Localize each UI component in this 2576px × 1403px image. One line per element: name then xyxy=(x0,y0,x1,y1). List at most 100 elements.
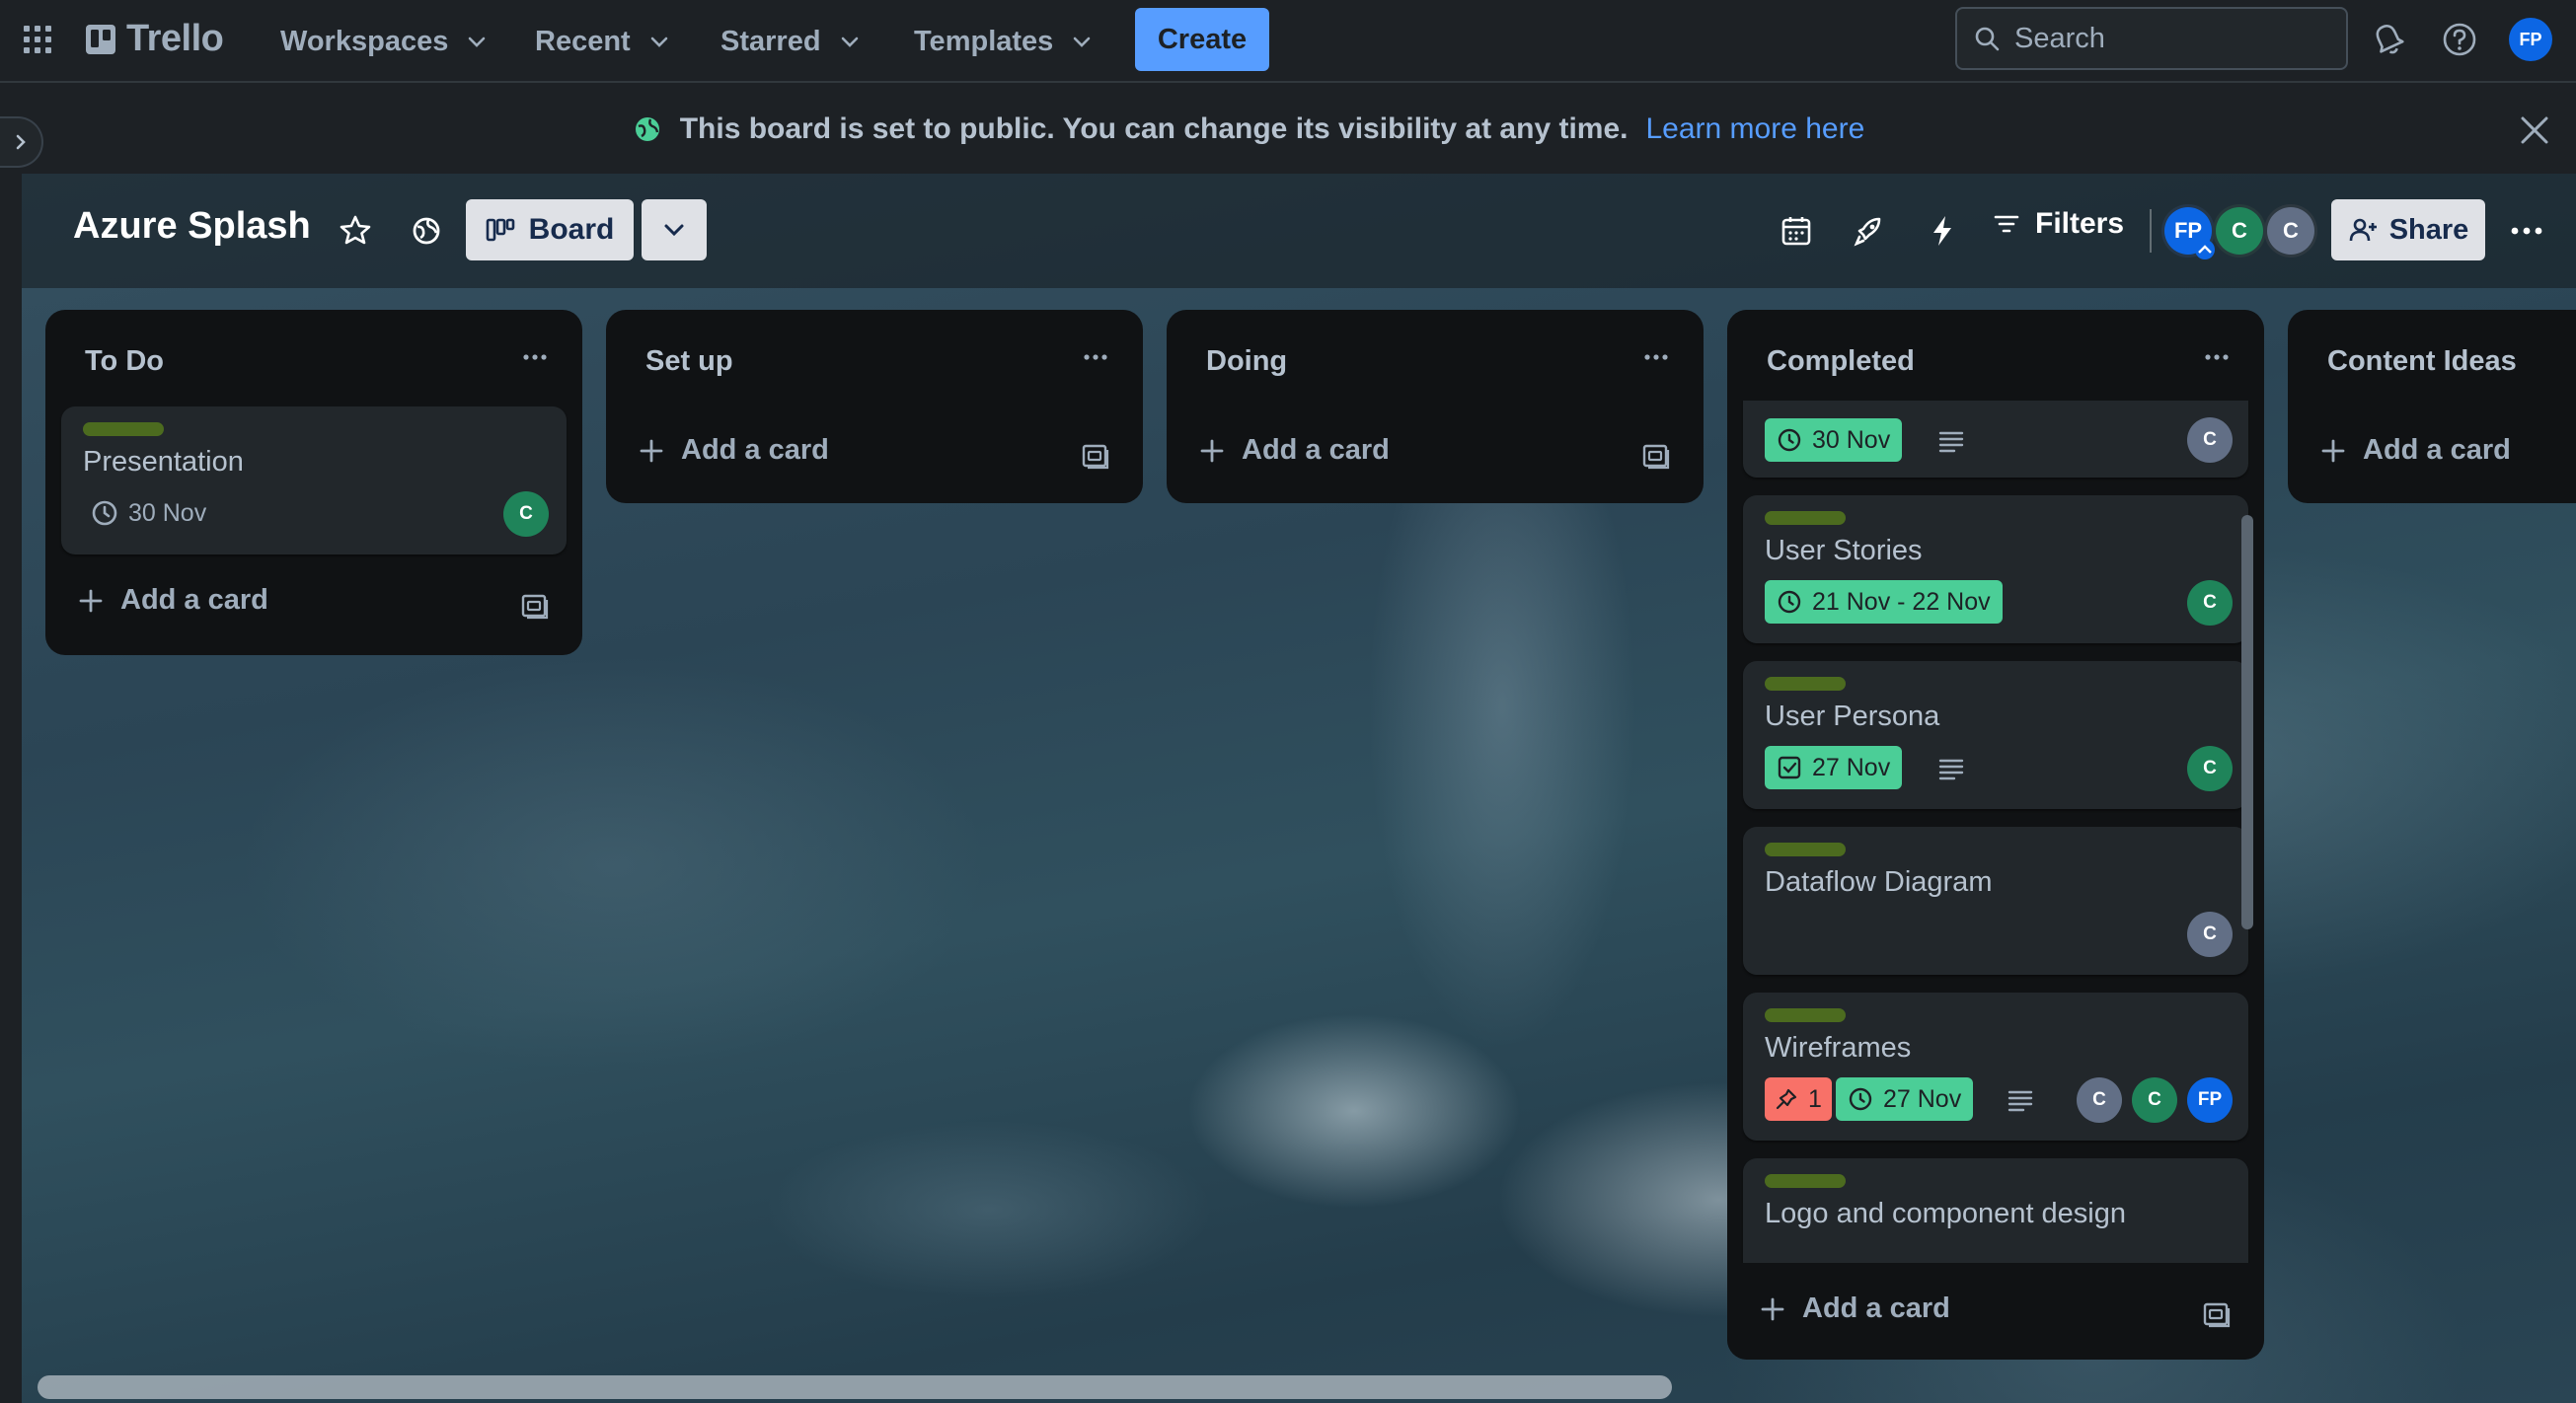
starred-menu[interactable]: Starred xyxy=(705,14,876,69)
card-template-icon[interactable] xyxy=(1080,440,1111,472)
card-wireframes[interactable]: Wireframes 1 27 Nov C C FP xyxy=(1743,993,2248,1141)
power-ups-icon[interactable] xyxy=(1850,211,1889,251)
clock-icon xyxy=(1778,590,1801,614)
filters-button[interactable]: Filters xyxy=(1992,207,2124,241)
notifications-icon[interactable] xyxy=(2369,20,2408,59)
templates-label: Templates xyxy=(914,25,1054,57)
recent-menu[interactable]: Recent xyxy=(519,14,686,69)
member-avatar[interactable]: C xyxy=(2264,204,2317,258)
public-board-banner: This board is set to public. You can cha… xyxy=(0,85,2576,174)
card-label[interactable] xyxy=(1765,511,1846,525)
app-switcher-icon[interactable] xyxy=(22,24,53,55)
card-template-icon[interactable] xyxy=(1640,440,1672,472)
due-date-badge[interactable]: 30 Nov xyxy=(1765,418,1903,462)
chevron-down-icon xyxy=(1073,37,1091,47)
workspaces-menu[interactable]: Workspaces xyxy=(265,14,503,69)
member-avatar[interactable]: FP xyxy=(2187,1077,2233,1123)
due-date-text: 30 Nov xyxy=(128,498,207,527)
due-date-text: 27 Nov xyxy=(1812,753,1891,781)
card-user-persona[interactable]: User Persona 27 Nov C xyxy=(1743,661,2248,809)
sidebar-edge xyxy=(0,174,22,1403)
due-date-badge[interactable]: 30 Nov xyxy=(91,491,206,535)
due-date-badge[interactable]: 27 Nov xyxy=(1765,746,1903,789)
search-box[interactable] xyxy=(1955,7,2348,70)
list-title[interactable]: Content Ideas xyxy=(2327,345,2517,378)
learn-more-link[interactable]: Learn more here xyxy=(1645,112,1864,146)
filters-label: Filters xyxy=(2035,207,2125,240)
calendar-icon[interactable] xyxy=(1777,211,1816,251)
templates-menu[interactable]: Templates xyxy=(898,14,1108,69)
list-content-ideas: Content Ideas Add a card xyxy=(2288,310,2576,503)
list-doing: Doing Add a card xyxy=(1167,310,1704,503)
trello-logo[interactable]: Trello xyxy=(85,18,224,60)
member-avatar[interactable]: C xyxy=(503,491,549,537)
list-title[interactable]: To Do xyxy=(85,345,164,378)
filter-icon xyxy=(1994,215,2019,233)
description-icon xyxy=(2006,1084,2035,1114)
more-icon[interactable] xyxy=(2195,335,2238,379)
header-divider xyxy=(2150,209,2152,253)
card-label[interactable] xyxy=(1765,1008,1846,1022)
more-icon[interactable] xyxy=(1634,335,1678,379)
search-input[interactable] xyxy=(2014,22,2311,55)
add-card-button[interactable]: Add a card xyxy=(1759,1292,1950,1325)
board-view-button[interactable]: Board xyxy=(466,199,634,260)
member-avatar[interactable]: C xyxy=(2187,746,2233,791)
card-label[interactable] xyxy=(1765,843,1846,856)
help-icon[interactable] xyxy=(2440,20,2479,59)
chevron-down-icon xyxy=(841,37,858,47)
add-card-button[interactable]: Add a card xyxy=(638,434,829,467)
card-title: Logo and component design xyxy=(1765,1198,2127,1229)
more-icon[interactable] xyxy=(513,335,557,379)
card-presentation[interactable]: Presentation 30 Nov C xyxy=(61,406,567,554)
member-avatar[interactable]: C xyxy=(2077,1077,2122,1123)
clock-icon xyxy=(1778,428,1801,452)
add-card-label: Add a card xyxy=(1242,434,1390,466)
due-date-text: 27 Nov xyxy=(1883,1084,1962,1113)
board-title[interactable]: Azure Splash xyxy=(73,205,311,248)
card-label[interactable] xyxy=(1765,677,1846,691)
plus-icon xyxy=(1200,439,1224,462)
card-template-icon[interactable] xyxy=(519,590,551,622)
pin-badge[interactable]: 1 xyxy=(1765,1077,1832,1121)
user-avatar[interactable]: FP xyxy=(2509,18,2552,61)
member-avatar[interactable]: C xyxy=(2187,580,2233,626)
card-label[interactable] xyxy=(83,422,164,436)
add-card-button[interactable]: Add a card xyxy=(2319,434,2511,467)
member-avatar[interactable]: C xyxy=(2187,417,2233,463)
board-horizontal-scrollbar[interactable] xyxy=(38,1375,1672,1399)
share-button[interactable]: Share xyxy=(2331,199,2485,260)
list-title[interactable]: Completed xyxy=(1767,345,1915,378)
star-icon[interactable] xyxy=(336,211,375,251)
card-user-stories[interactable]: User Stories 21 Nov - 22 Nov C xyxy=(1743,495,2248,643)
clock-icon xyxy=(1849,1087,1872,1111)
create-button[interactable]: Create xyxy=(1135,8,1269,71)
view-switcher-button[interactable] xyxy=(642,199,707,260)
automation-icon[interactable] xyxy=(1923,211,1962,251)
card-title: Wireframes xyxy=(1765,1032,1912,1064)
add-card-button[interactable]: Add a card xyxy=(77,584,268,617)
card-template-icon[interactable] xyxy=(2201,1298,2233,1330)
board-view-icon xyxy=(486,218,514,242)
description-icon xyxy=(1936,425,1966,455)
more-icon[interactable] xyxy=(1074,335,1117,379)
more-icon[interactable] xyxy=(2507,211,2546,251)
member-avatar[interactable]: C xyxy=(2132,1077,2177,1123)
card-label[interactable] xyxy=(1765,1174,1846,1188)
member-avatar[interactable]: C xyxy=(2213,204,2266,258)
card-dataflow-diagram[interactable]: Dataflow Diagram C xyxy=(1743,827,2248,975)
starred-label: Starred xyxy=(720,25,821,57)
list-title[interactable]: Set up xyxy=(645,345,733,378)
list-title[interactable]: Doing xyxy=(1206,345,1287,378)
visibility-icon[interactable] xyxy=(407,211,446,251)
member-avatar[interactable]: C xyxy=(2187,912,2233,957)
due-date-badge[interactable]: 21 Nov - 22 Nov xyxy=(1765,580,2003,624)
board-view-label: Board xyxy=(528,213,615,246)
add-card-button[interactable]: Add a card xyxy=(1198,434,1390,467)
due-date-text: 30 Nov xyxy=(1812,425,1891,454)
due-date-badge[interactable]: 27 Nov xyxy=(1836,1077,1974,1121)
plus-icon xyxy=(79,589,103,612)
due-date-text: 21 Nov - 22 Nov xyxy=(1812,587,1991,616)
list-scrollbar[interactable] xyxy=(2241,515,2253,929)
close-icon[interactable] xyxy=(2517,112,2552,148)
